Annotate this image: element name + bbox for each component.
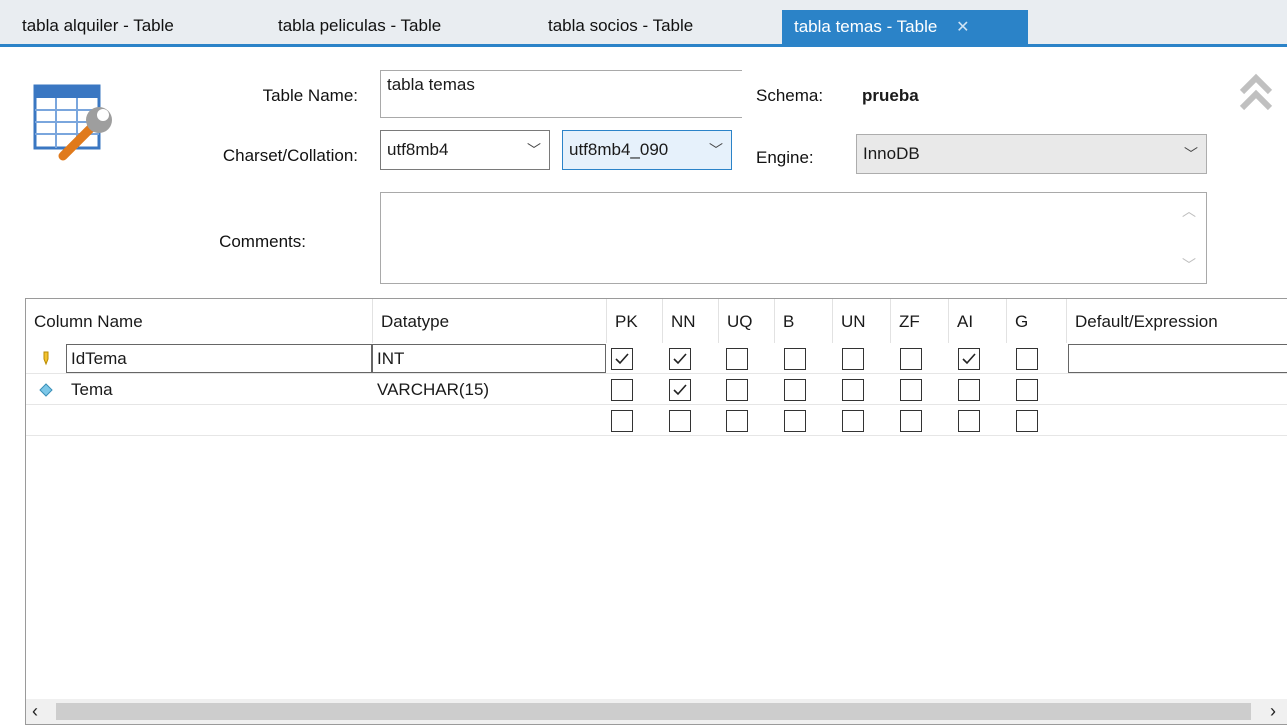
engine-label: Engine: <box>756 148 814 167</box>
tab-tabla-temas[interactable]: tabla temas - Table ✕ <box>782 10 1028 44</box>
un-checkbox[interactable] <box>842 410 864 432</box>
header-un[interactable]: UN <box>832 299 890 343</box>
table-row[interactable] <box>26 405 1287 436</box>
table-row[interactable]: IdTema INT <box>26 343 1287 374</box>
datatype-cell[interactable]: INT <box>372 344 606 373</box>
check-icon <box>673 353 687 365</box>
header-nn[interactable]: NN <box>662 299 718 343</box>
tab-tabla-socios[interactable]: tabla socios - Table <box>536 8 705 44</box>
tab-tabla-alquiler[interactable]: tabla alquiler - Table <box>10 8 186 44</box>
column-name-cell[interactable] <box>66 405 372 436</box>
b-checkbox[interactable] <box>784 379 806 401</box>
datatype-cell[interactable]: VARCHAR(15) <box>372 374 606 405</box>
header-column-name[interactable]: Column Name <box>26 299 372 343</box>
header-datatype[interactable]: Datatype <box>372 299 606 343</box>
zf-checkbox[interactable] <box>900 348 922 370</box>
default-expression-input[interactable] <box>1068 344 1287 373</box>
comments-textarea[interactable]: ︿ ﹀ <box>380 192 1207 284</box>
pk-checkbox[interactable] <box>611 348 633 370</box>
scroll-up-icon[interactable]: ︿ <box>1182 201 1196 221</box>
collation-select[interactable]: utf8mb4_090 ﹀ <box>562 130 732 170</box>
check-icon <box>962 353 976 365</box>
uq-checkbox[interactable] <box>726 410 748 432</box>
tab-tabla-peliculas[interactable]: tabla peliculas - Table <box>266 8 453 44</box>
header-zf[interactable]: ZF <box>890 299 948 343</box>
nn-checkbox[interactable] <box>669 379 691 401</box>
g-checkbox[interactable] <box>1016 348 1038 370</box>
column-name-cell[interactable]: Tema <box>66 374 372 405</box>
header-b[interactable]: B <box>774 299 832 343</box>
horizontal-scrollbar[interactable]: ‹ › <box>26 699 1287 724</box>
nn-checkbox[interactable] <box>669 348 691 370</box>
grid-header: Column Name Datatype PK NN UQ B UN ZF AI… <box>26 299 1287 343</box>
charset-collation-label: Charset/Collation: <box>222 146 358 165</box>
table-row[interactable]: Tema VARCHAR(15) <box>26 374 1287 405</box>
chevron-down-icon: ﹀ <box>527 142 541 158</box>
datatype-cell[interactable] <box>372 405 606 436</box>
scrollbar-thumb[interactable] <box>56 703 1251 720</box>
chevron-down-icon: ﹀ <box>1184 146 1198 162</box>
comments-label: Comments: <box>219 232 306 251</box>
collation-value: utf8mb4_090 <box>569 140 669 159</box>
column-diamond-icon <box>39 383 53 397</box>
header-g[interactable]: G <box>1006 299 1066 343</box>
tab-label: tabla peliculas - Table <box>278 16 442 35</box>
charset-select[interactable]: utf8mb4 ﹀ <box>380 130 550 170</box>
b-checkbox[interactable] <box>784 410 806 432</box>
zf-checkbox[interactable] <box>900 379 922 401</box>
header-default-expression[interactable]: Default/Expression <box>1066 299 1287 343</box>
engine-value: InnoDB <box>863 144 920 163</box>
ai-checkbox[interactable] <box>958 379 980 401</box>
engine-select[interactable]: InnoDB ﹀ <box>856 134 1207 174</box>
g-checkbox[interactable] <box>1016 379 1038 401</box>
close-icon[interactable]: ✕ <box>956 11 969 45</box>
scroll-right-icon[interactable]: › <box>1270 701 1276 722</box>
schema-label: Schema: <box>756 86 824 105</box>
pk-checkbox[interactable] <box>611 410 633 432</box>
check-icon <box>673 384 687 396</box>
tab-bar: tabla alquiler - Table tabla peliculas -… <box>0 0 1287 47</box>
header-ai[interactable]: AI <box>948 299 1006 343</box>
collapse-up-icon[interactable] <box>1238 70 1274 114</box>
un-checkbox[interactable] <box>842 348 864 370</box>
zf-checkbox[interactable] <box>900 410 922 432</box>
tab-label: tabla socios - Table <box>548 16 694 35</box>
chevron-down-icon: ﹀ <box>709 142 723 158</box>
scroll-left-icon[interactable]: ‹ <box>32 701 38 722</box>
table-name-label: Table Name: <box>262 86 358 105</box>
g-checkbox[interactable] <box>1016 410 1038 432</box>
table-name-input[interactable]: tabla temas <box>380 70 742 118</box>
header-uq[interactable]: UQ <box>718 299 774 343</box>
column-name-cell[interactable]: IdTema <box>66 344 372 373</box>
columns-grid: Column Name Datatype PK NN UQ B UN ZF AI… <box>25 298 1287 725</box>
b-checkbox[interactable] <box>784 348 806 370</box>
check-icon <box>615 353 629 365</box>
header-pk[interactable]: PK <box>606 299 662 343</box>
ai-checkbox[interactable] <box>958 348 980 370</box>
primary-key-icon <box>43 351 49 366</box>
charset-value: utf8mb4 <box>387 140 449 159</box>
nn-checkbox[interactable] <box>669 410 691 432</box>
tab-label: tabla temas - Table <box>794 17 938 36</box>
ai-checkbox[interactable] <box>958 410 980 432</box>
pk-checkbox[interactable] <box>611 379 633 401</box>
table-editor-icon <box>33 84 112 161</box>
uq-checkbox[interactable] <box>726 348 748 370</box>
schema-value: prueba <box>862 86 919 105</box>
scroll-down-icon[interactable]: ﹀ <box>1182 255 1196 275</box>
un-checkbox[interactable] <box>842 379 864 401</box>
uq-checkbox[interactable] <box>726 379 748 401</box>
tab-label: tabla alquiler - Table <box>22 16 174 35</box>
